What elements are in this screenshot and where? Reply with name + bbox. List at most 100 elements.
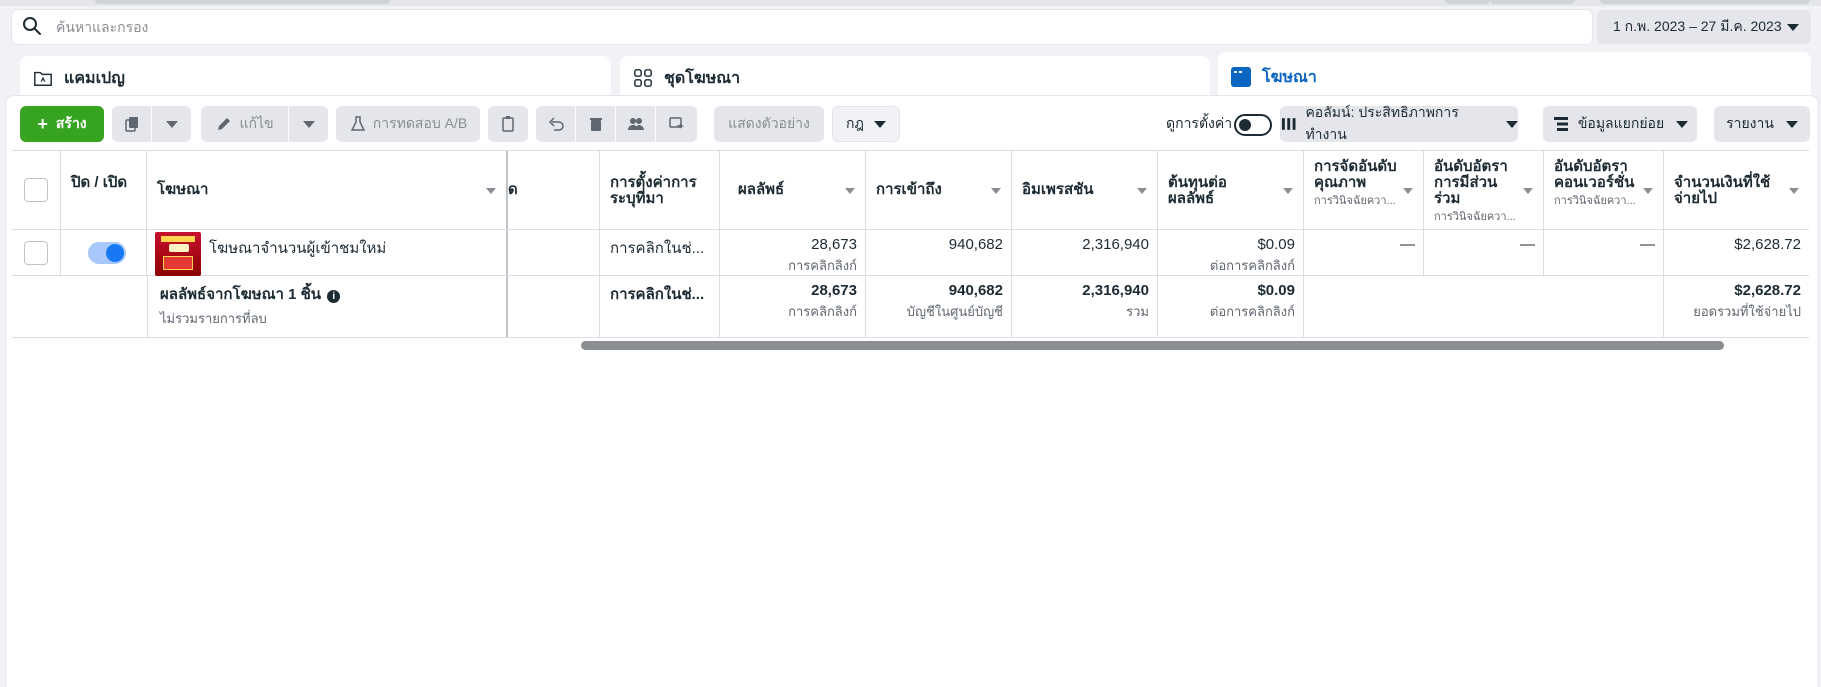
edit-button-label: แก้ไข: [239, 115, 274, 131]
row-select-cell: [12, 230, 61, 275]
row-quality-ranking: —: [1304, 230, 1424, 275]
ads-table: ปิด / เปิด โฆษณา ด การตั้งค่าการระบุที่ม…: [12, 150, 1809, 340]
summary-title: ผลลัพธ์จากโฆษณา 1 ชิ้น: [160, 286, 322, 303]
delete-button[interactable]: [576, 106, 615, 142]
summary-hidden-cell: [508, 276, 600, 337]
row-conversion-ranking: —: [1544, 230, 1664, 275]
header-hidden-col[interactable]: ด: [508, 151, 600, 229]
row-results-sub: การคลิกลิงก์: [788, 258, 857, 273]
header-cost-per-result[interactable]: ต้นทุนต่อผลลัพธ์: [1158, 151, 1304, 229]
header-amount-spent[interactable]: จำนวนเงินที่ใช้จ่ายไป: [1664, 151, 1809, 229]
header-hidden-col-label: ด: [508, 181, 518, 198]
duplicate-dropdown-button[interactable]: [152, 106, 191, 142]
summary-row: ผลลัพธ์จากโฆษณา 1 ชิ้น i ไม่รวมรายการที่…: [12, 276, 1809, 338]
row-checkbox[interactable]: [24, 241, 48, 265]
edit-button[interactable]: แก้ไข: [201, 106, 288, 142]
tab-ads-label: โฆษณา: [1262, 68, 1317, 86]
sort-icon: [1523, 188, 1533, 194]
share-icon: [668, 117, 684, 129]
row-attribution: การคลิกในช่...: [600, 230, 720, 275]
header-results-label: ผลลัพธ์: [738, 181, 785, 198]
header-toggle: ปิด / เปิด: [61, 151, 147, 229]
header-reach[interactable]: การเข้าถึง: [866, 151, 1012, 229]
chevron-down-icon: [1787, 23, 1799, 31]
clipboard-button[interactable]: [488, 106, 528, 142]
header-engagement-ranking[interactable]: อันดับอัตราการมีส่วนร่วม การวินิจฉัยควา.…: [1424, 151, 1544, 229]
date-range-label: 1 ก.พ. 2023 – 27 มี.ค. 2023: [1613, 18, 1782, 34]
summary-amount-cell: $2,628.72 ยอดรวมที่ใช้จ่ายไป: [1664, 276, 1809, 337]
undo-icon: [548, 117, 564, 131]
undo-button[interactable]: [536, 106, 575, 142]
summary-cost-cell: $0.09 ต่อการคลิกลิงก์: [1158, 276, 1304, 337]
chevron-down-icon: [1506, 120, 1518, 128]
sort-icon: [845, 188, 855, 194]
row-results-cell: 28,673 การคลิกลิงก์: [720, 230, 866, 275]
columns-button[interactable]: คอลัมน์: ประสิทธิภาพการทำงาน: [1280, 104, 1518, 142]
header-conversion-ranking-sub: การวินิจฉัยควา...: [1554, 195, 1636, 207]
info-icon[interactable]: i: [327, 290, 341, 303]
preview-button[interactable]: แสดงตัวอย่าง: [714, 106, 824, 142]
summary-reach-cell: 940,682 บัญชีในศูนย์บัญชี: [866, 276, 1012, 337]
ab-test-button[interactable]: การทดสอบ A/B: [336, 106, 480, 142]
header-ad[interactable]: โฆษณา: [147, 151, 508, 229]
summary-results-sub: การคลิกลิงก์: [788, 304, 857, 319]
ad-on-off-toggle[interactable]: [88, 242, 126, 264]
create-button[interactable]: + สร้าง: [20, 106, 104, 142]
row-engagement-ranking: —: [1424, 230, 1544, 275]
chevron-down-icon: [1676, 120, 1689, 128]
header-attribution-label: การตั้งค่าการระบุที่มา: [610, 174, 697, 207]
ad-icon: [1230, 66, 1252, 88]
header-attribution[interactable]: การตั้งค่าการระบุที่มา: [600, 151, 720, 229]
sort-icon: [991, 188, 1001, 194]
plus-icon: +: [37, 113, 48, 134]
header-quality-ranking[interactable]: การจัดอันดับคุณภาพ การวินิจฉัยควา...: [1304, 151, 1424, 229]
row-ad-cell: โฆษณาจำนวนผู้เข้าชมใหม่: [147, 230, 508, 276]
sort-icon: [1643, 188, 1653, 194]
table-row[interactable]: โฆษณาจำนวนผู้เข้าชมใหม่ การคลิกในช่... 2…: [12, 230, 1809, 276]
reports-button[interactable]: รายงาน: [1714, 106, 1810, 142]
select-all-checkbox[interactable]: [24, 178, 48, 202]
ad-name-link[interactable]: โฆษณาจำนวนผู้เข้าชมใหม่: [209, 236, 386, 260]
date-range-button[interactable]: 1 ก.พ. 2023 – 27 มี.ค. 2023: [1597, 10, 1811, 44]
toolbar: + สร้าง แก้ไข การทดสอบ A/B แสดงตัวอย่าง …: [14, 104, 1814, 142]
breakdown-icon: [1553, 117, 1568, 131]
edit-dropdown-button[interactable]: [289, 106, 328, 142]
header-quality-ranking-label: การจัดอันดับคุณภาพ: [1314, 158, 1397, 191]
header-amount-spent-label: จำนวนเงินที่ใช้จ่ายไป: [1674, 174, 1771, 207]
sort-icon: [486, 188, 496, 194]
ads-manager-page: 1 ก.พ. 2023 – 27 มี.ค. 2023 แคมเปญ ชุดโฆ…: [0, 0, 1821, 687]
tab-ad-sets[interactable]: ชุดโฆษณา: [620, 56, 1210, 100]
summary-impressions: 2,316,940: [1082, 282, 1149, 299]
pencil-icon: [218, 118, 231, 130]
share-button[interactable]: [656, 106, 697, 142]
tab-campaigns[interactable]: แคมเปญ: [20, 56, 611, 100]
header-impressions-label: อิมเพรสชัน: [1022, 181, 1094, 198]
row-cost-cell: $0.09 ต่อการคลิกลิงก์: [1158, 230, 1304, 275]
header-engagement-ranking-label: อันดับอัตราการมีส่วนร่วม: [1434, 158, 1508, 207]
summary-empty-cell: [1304, 276, 1664, 337]
breakdown-button[interactable]: ข้อมูลแยกย่อย: [1543, 106, 1697, 142]
select-all-cell: [12, 151, 61, 229]
header-impressions[interactable]: อิมเพรสชัน: [1012, 151, 1158, 229]
view-settings-label: ดูการตั้งค่า: [1166, 115, 1233, 131]
summary-cost-per-result-sub: ต่อการคลิกลิงก์: [1209, 304, 1295, 319]
header-results[interactable]: ผลลัพธ์: [720, 151, 866, 229]
horizontal-scrollbar[interactable]: [581, 341, 1724, 350]
create-button-label: สร้าง: [55, 115, 87, 131]
ad-thumbnail[interactable]: [155, 232, 201, 276]
header-engagement-ranking-sub: การวินิจฉัยควา...: [1434, 211, 1516, 223]
view-settings-toggle[interactable]: [1234, 114, 1272, 136]
summary-results-cell: 28,673 การคลิกลิงก์: [720, 276, 866, 337]
row-cost-per-result-sub: ต่อการคลิกลิงก์: [1209, 258, 1295, 273]
summary-attribution: การคลิกในช่...: [600, 276, 720, 337]
header-conversion-ranking[interactable]: อันดับอัตราคอนเวอร์ชั่น การวินิจฉัยควา..…: [1544, 151, 1664, 229]
search-bar[interactable]: [12, 10, 1592, 44]
search-input[interactable]: [56, 19, 1456, 35]
rules-button[interactable]: กฎ: [832, 106, 900, 142]
tab-ads[interactable]: โฆษณา: [1218, 52, 1811, 102]
tab-campaigns-label: แคมเปญ: [64, 69, 125, 87]
duplicate-button[interactable]: [112, 106, 151, 142]
audience-button[interactable]: [616, 106, 655, 142]
header-ad-label: โฆษณา: [157, 181, 209, 198]
row-toggle-cell: [61, 230, 147, 275]
